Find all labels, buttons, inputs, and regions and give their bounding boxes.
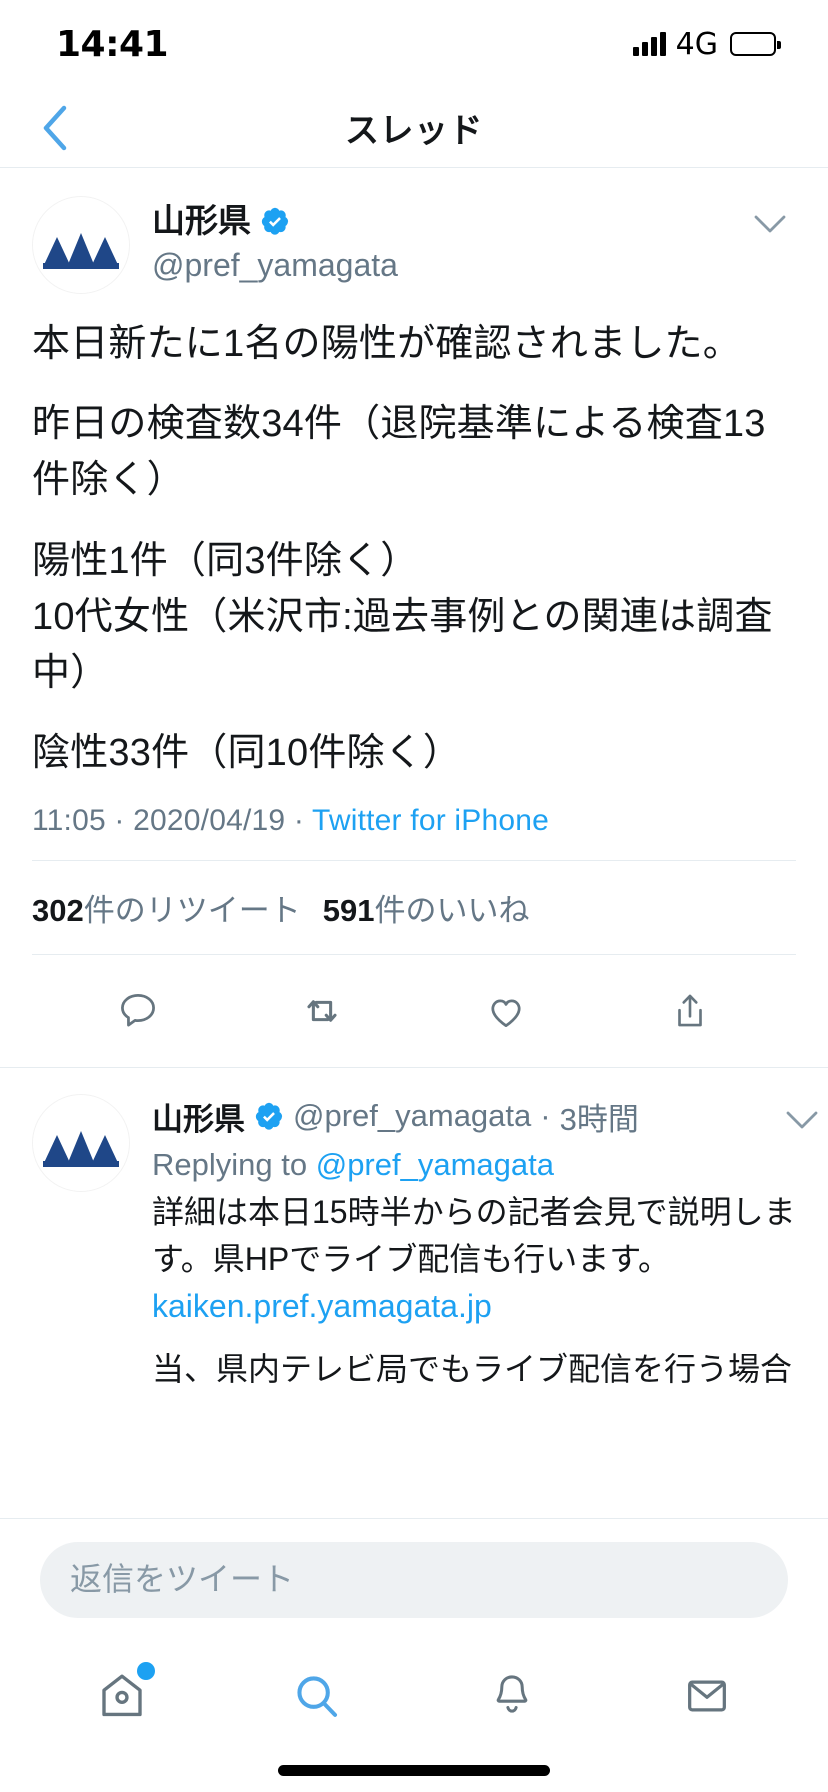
battery-icon — [730, 32, 781, 56]
tab-notifications[interactable] — [457, 1658, 567, 1734]
retweet-count: 302 — [32, 892, 84, 928]
reply-overflow-menu-button[interactable] — [782, 1100, 822, 1140]
tweet-source-link[interactable]: Twitter for iPhone — [312, 804, 549, 837]
tweet-paragraph: 陽性1件（同3件除く） 10代女性（米沢市:過去事例との関連は調査中） — [32, 539, 773, 695]
avatar[interactable] — [32, 196, 130, 294]
reply-tweet-content: 山形県 @pref_yamagata · 3時間 Replying to @pr… — [152, 1094, 796, 1393]
tweet-overflow-menu-button[interactable] — [750, 204, 790, 244]
meta-separator: · — [285, 803, 312, 837]
status-bar: 14:41 4G — [0, 0, 828, 88]
tab-search[interactable] — [262, 1658, 372, 1734]
avatar[interactable] — [32, 1093, 130, 1192]
main-tweet: 山形県 @pref_yamagata 本日新たに1名の陽性が確認されました。 昨… — [0, 168, 828, 1067]
tweet-action-bar — [32, 955, 796, 1067]
reply-icon — [121, 993, 155, 1027]
verified-badge-icon — [261, 208, 289, 236]
retweet-label: 件のリツイート — [83, 892, 301, 928]
reply-timestamp: 3時間 — [559, 1101, 639, 1137]
reply-clipped-text: 当、県内テレビ局でもライブ配信を行う場合 — [152, 1350, 793, 1387]
reply-url-link[interactable]: kaiken.pref.yamagata.jp — [152, 1283, 796, 1330]
messages-envelope-icon — [687, 1680, 726, 1712]
reply-tweet-header: 山形県 @pref_yamagata · 3時間 — [152, 1094, 796, 1139]
tweet-paragraph: 本日新たに1名の陽性が確認されました。 — [32, 323, 741, 365]
chevron-left-icon — [43, 105, 67, 150]
search-icon — [296, 1676, 337, 1717]
home-badge-dot — [136, 1662, 155, 1680]
reply-tweet[interactable]: 山形県 @pref_yamagata · 3時間 Replying to @pr… — [0, 1066, 828, 1393]
reply-input[interactable] — [40, 1541, 788, 1618]
tweet-stats: 302件のリツイート 591件のいいね — [32, 861, 796, 954]
tweet-paragraph: 陰性33件（同10件除く） — [32, 732, 462, 775]
signal-bars-icon — [632, 32, 666, 56]
tab-home[interactable] — [67, 1658, 177, 1734]
navigation-bar: スレッド — [0, 88, 828, 168]
page-title: スレッド — [345, 112, 483, 150]
reply-compose-bar — [0, 1518, 828, 1640]
reply-author-handle[interactable]: @pref_yamagata — [293, 1098, 531, 1134]
tweet-time: 11:05 — [32, 803, 106, 837]
like-count: 591 — [322, 892, 375, 928]
main-tweet-text: 本日新たに1名の陽性が確認されました。 昨日の検査数34件（退院基準による検査1… — [32, 294, 796, 782]
share-icon — [678, 994, 702, 1026]
main-tweet-header: 山形県 @pref_yamagata — [32, 168, 796, 294]
retweet-stat[interactable]: 302件のリツイート — [32, 885, 301, 930]
reply-author-name: 山形県 — [152, 1101, 245, 1137]
replying-to-prefix: Replying to — [152, 1146, 316, 1182]
yamagata-mountains-avatar — [33, 1094, 129, 1191]
like-label: 件のいいね — [374, 892, 530, 928]
like-icon — [491, 999, 521, 1027]
main-tweet-author: 山形県 @pref_yamagata — [152, 196, 398, 285]
network-type-label: 4G — [675, 26, 718, 62]
verified-badge-icon — [255, 1103, 283, 1130]
retweet-button[interactable] — [287, 981, 357, 1041]
author-handle[interactable]: @pref_yamagata — [152, 245, 398, 285]
tweet-metadata: 11:05 · 2020/04/19 · Twitter for iPhone — [32, 782, 796, 860]
notifications-bell-icon — [496, 1675, 527, 1713]
home-indicator — [278, 1765, 550, 1776]
status-bar-indicators: 4G — [632, 26, 781, 62]
author-display-name: 山形県 — [152, 202, 251, 239]
chevron-down-icon — [786, 1111, 818, 1129]
retweet-icon — [307, 999, 337, 1022]
reply-button[interactable] — [103, 981, 173, 1041]
reply-tweet-text: 詳細は本日15時半からの記者会見で説明します。県HPでライブ配信も行います。 — [152, 1193, 796, 1277]
like-button[interactable] — [471, 981, 541, 1041]
back-button[interactable] — [26, 100, 82, 156]
reply-time-separator: · — [540, 1098, 551, 1134]
tab-messages[interactable] — [652, 1658, 762, 1734]
tweet-paragraph: 昨日の検査数34件（退院基準による検査13件除く） — [32, 403, 766, 502]
chevron-down-icon — [754, 215, 786, 233]
twitter-thread-screen: 14:41 4G スレッド 山形県 @pref_yamagata 本日新たに1名… — [0, 0, 828, 1792]
meta-separator: · — [105, 803, 134, 837]
tweet-date: 2020/04/19 — [133, 803, 286, 837]
like-stat[interactable]: 591件のいいね — [323, 885, 530, 930]
yamagata-mountains-avatar — [33, 197, 129, 293]
status-bar-clock: 14:41 — [56, 23, 169, 65]
replying-to-handle[interactable]: @pref_yamagata — [316, 1147, 554, 1182]
share-button[interactable] — [655, 981, 725, 1041]
replying-to-line: Replying to @pref_yamagata — [152, 1147, 796, 1183]
